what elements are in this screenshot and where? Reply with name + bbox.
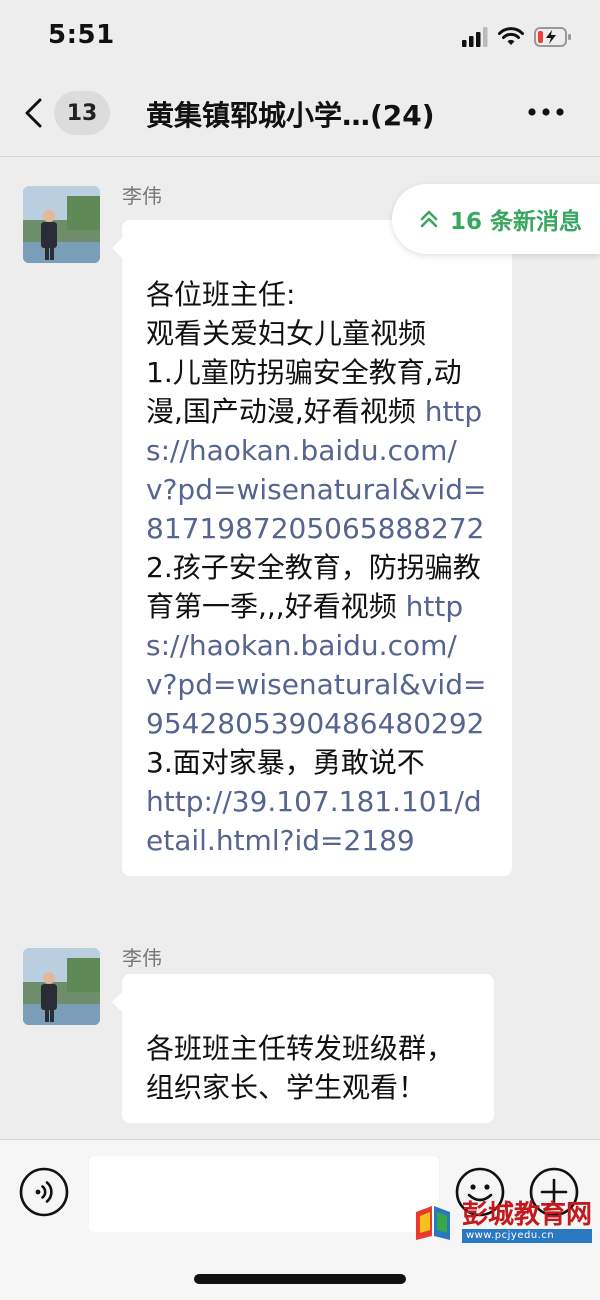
site-watermark: 彭城教育网 www.pcjyedu.cn [412,1198,598,1246]
cellular-signal-icon [462,27,488,47]
avatar-photo-icon [23,186,100,263]
avatar[interactable] [23,948,100,1025]
double-chevron-up-icon [420,210,438,228]
avatar-photo-icon [23,948,100,1025]
chat-title: 黄集镇郓城小学…(24) [146,99,435,132]
message-text: 3.面对家暴，勇敢说不 [146,746,425,779]
wifi-icon [498,27,524,45]
book-logo-icon [416,1206,450,1240]
message-bubble[interactable]: 各位班主任: 观看关爱妇女儿童视频 1.儿童防拐骗安全教育,动漫,国产动漫,好看… [112,220,512,876]
sender-name: 李伟 [122,184,162,208]
voice-input-icon[interactable] [19,1167,69,1217]
battery-charging-icon [534,27,571,47]
message-link[interactable]: http://39.107.181.101/detail.html?id=218… [146,785,482,857]
status-time: 5:51 [48,20,115,50]
message-bubble[interactable]: 各班班主任转发班级群，组织家长、学生观看！ [112,974,494,1123]
more-options-icon[interactable] [526,102,566,122]
message-text: 各班班主任转发班级群，组织家长、学生观看！ [146,1032,455,1104]
home-indicator [194,1274,406,1284]
unread-count-badge: 13 [54,91,110,135]
new-messages-banner[interactable]: 16 条新消息 [392,184,600,254]
watermark-url: www.pcjyedu.cn [462,1229,593,1243]
watermark-name: 彭城教育网 [462,1200,593,1230]
back-button[interactable]: 13 [24,90,134,136]
status-icons [462,22,572,52]
status-bar: 5:51 [0,0,600,70]
nav-bar: 13 黄集镇郓城小学…(24) [0,70,600,157]
message-text: 各位班主任: 观看关爱妇女儿童视频 1.儿童防拐骗安全教育,动漫,国产动漫,好看… [146,278,462,428]
message-input[interactable] [89,1156,439,1232]
new-messages-label: 16 条新消息 [450,209,583,235]
sender-name: 李伟 [122,946,162,970]
avatar[interactable] [23,186,100,263]
chevron-left-icon [25,98,42,128]
